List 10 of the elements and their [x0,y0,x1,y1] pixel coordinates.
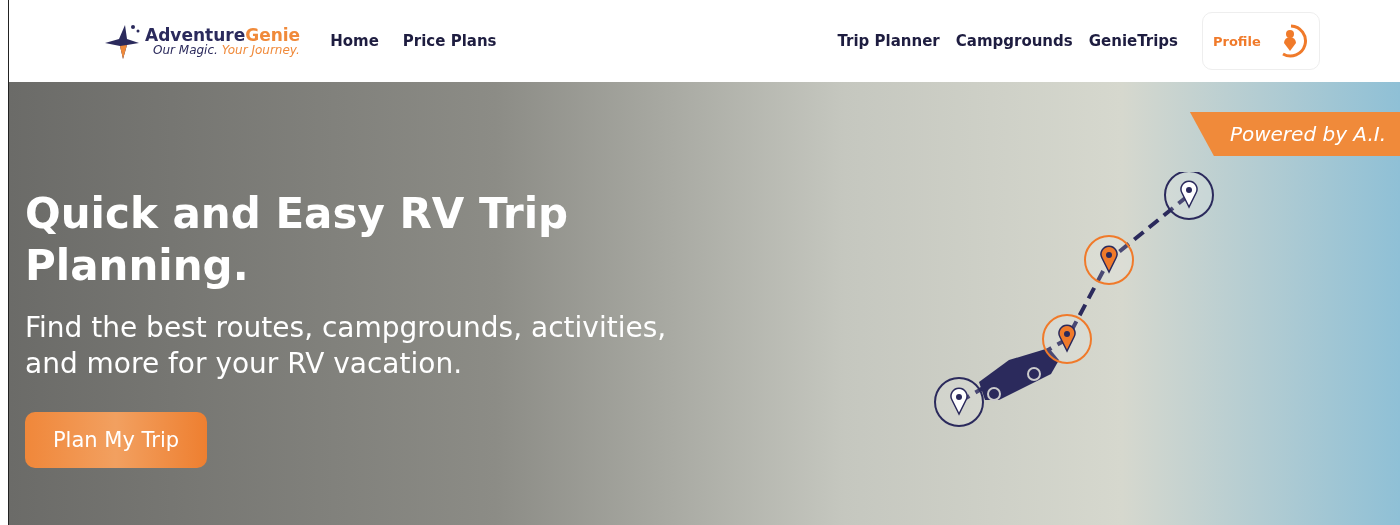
nav-link[interactable]: Campgrounds [955,32,1073,50]
nav-link[interactable]: Price Plans [402,32,497,50]
nav-link[interactable]: Trip Planner [837,32,940,50]
ribbon-banner: Powered by A.I. [1189,112,1400,156]
nav-link[interactable]: Home [330,32,379,50]
nav-link[interactable]: GenieTrips [1088,32,1178,50]
hero-title: Quick and Easy RV Trip Planning. [25,188,570,292]
hero-subtitle: Find the best routes, campgrounds, activities, and more for your RV vacation. [25,310,668,382]
logo-tagline: Our Magic. Your Journey. [152,43,301,56]
logo-wordmark[interactable]: AdventureGenie [145,26,301,44]
